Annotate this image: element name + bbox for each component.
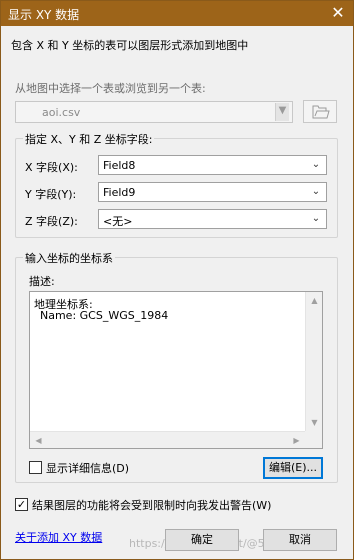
folder-open-icon (312, 105, 330, 122)
table-select-label: 从地图中选择一个表或浏览到另一个表: (15, 82, 206, 95)
vertical-scrollbar[interactable]: ▲ ▼ (305, 292, 322, 431)
crs-description-line2: Name: GCS_WGS_1984 (40, 309, 169, 322)
chevron-down-icon: ⌄ (311, 159, 321, 170)
warn-checkbox-label: 结果图层的功能将会受到限制时向我发出警告(W) (32, 499, 272, 512)
browse-button[interactable] (303, 100, 337, 123)
scrollbar-corner (305, 431, 322, 448)
show-details-label: 显示详细信息(D) (46, 462, 130, 475)
z-field-label: Z 字段(Z): (25, 215, 78, 228)
title-bar[interactable]: 显示 XY 数据 ✕ (1, 1, 353, 26)
table-select-value: aoi.csv (42, 106, 81, 119)
crs-group-legend: 输入坐标的坐标系 (23, 250, 115, 266)
intro-text: 包含 X 和 Y 坐标的表可以图层形式添加到地图中 (11, 39, 249, 52)
y-field-label: Y 字段(Y): (25, 188, 77, 201)
scroll-right-icon[interactable]: ▶ (288, 432, 305, 449)
y-field-value: Field9 (103, 186, 136, 199)
chevron-down-icon: ⌄ (311, 213, 321, 224)
show-details-checkbox[interactable] (29, 461, 42, 474)
ok-button[interactable]: 确定 (165, 529, 239, 551)
warn-checkbox[interactable]: ✓ (15, 498, 28, 511)
fields-group-legend: 指定 X、Y 和 Z 坐标字段: (23, 131, 155, 147)
z-field-value: <无> (103, 215, 133, 228)
y-field-select[interactable]: Field9 ⌄ (98, 182, 327, 202)
table-select-combo[interactable]: aoi.csv ▼ (15, 101, 293, 123)
close-icon[interactable]: ✕ (325, 1, 351, 25)
horizontal-scrollbar[interactable]: ◀ ▶ (30, 431, 305, 448)
window-title: 显示 XY 数据 (8, 8, 80, 22)
chevron-down-icon: ⌄ (311, 186, 321, 197)
scroll-left-icon[interactable]: ◀ (30, 432, 47, 449)
edit-button[interactable]: 编辑(E)... (263, 457, 323, 479)
x-field-value: Field8 (103, 159, 136, 172)
description-label: 描述: (29, 275, 55, 288)
z-field-select[interactable]: <无> ⌄ (98, 209, 327, 229)
x-field-label: X 字段(X): (25, 161, 78, 174)
x-field-select[interactable]: Field8 ⌄ (98, 155, 327, 175)
scroll-down-icon[interactable]: ▼ (306, 414, 323, 431)
chevron-down-icon: ▼ (275, 103, 289, 121)
crs-description-box[interactable]: 地理坐标系: Name: GCS_WGS_1984 ▲ ▼ ◀ ▶ (29, 291, 323, 449)
dialog-window: 显示 XY 数据 ✕ 包含 X 和 Y 坐标的表可以图层形式添加到地图中 从地图… (0, 0, 354, 560)
help-link[interactable]: 关于添加 XY 数据 (15, 529, 102, 545)
cancel-button[interactable]: 取消 (263, 529, 337, 551)
scroll-up-icon[interactable]: ▲ (306, 292, 323, 309)
